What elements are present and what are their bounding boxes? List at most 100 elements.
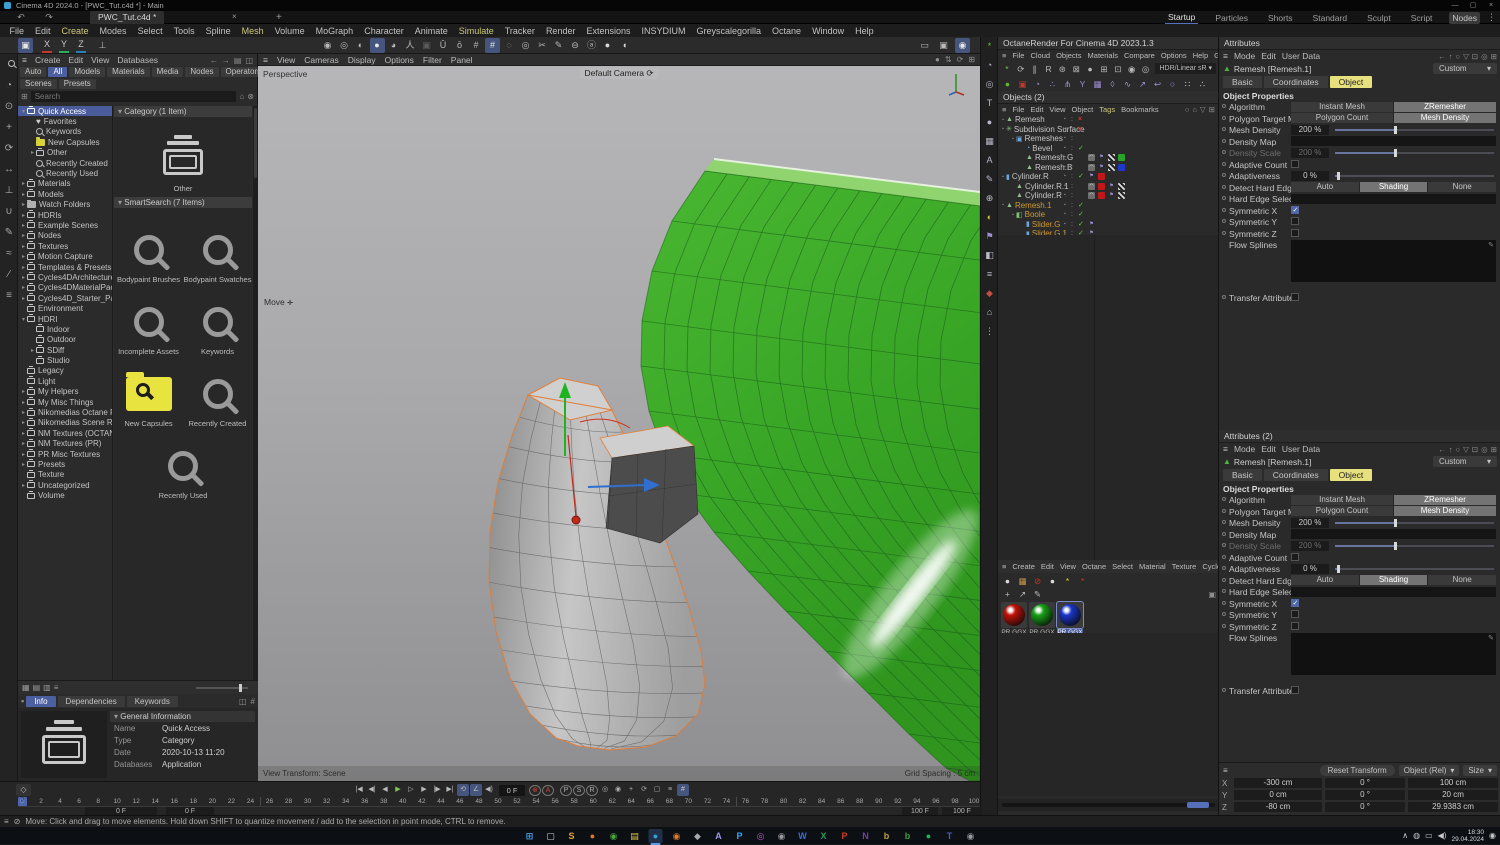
prev-key-icon[interactable]: ◀| bbox=[366, 784, 378, 796]
scale-field[interactable]: 20 cm bbox=[1408, 790, 1498, 800]
phong-tag-icon[interactable]: ◠ bbox=[1088, 182, 1095, 190]
layout-tab-sculpt[interactable]: Sculpt bbox=[1364, 12, 1394, 24]
attr-checkbox[interactable] bbox=[1291, 159, 1299, 168]
tree-item-recently-created[interactable]: Recently Created bbox=[18, 158, 112, 168]
tree-item-recently-used[interactable]: Recently Used bbox=[18, 168, 112, 178]
object-item-subdivision-surface[interactable]: ▪ ✳ Subdivision Surface ▪: × bbox=[998, 125, 1219, 135]
attr-header-icon[interactable]: ↑ bbox=[1449, 445, 1453, 454]
tree-item-keywords[interactable]: Keywords bbox=[18, 127, 112, 137]
menu-item-extensions[interactable]: Extensions bbox=[581, 26, 636, 36]
slider-value-field[interactable]: 200 % bbox=[1291, 124, 1329, 135]
redo-icon[interactable]: ↷ bbox=[40, 12, 58, 23]
rotation-field[interactable]: 0 ° bbox=[1325, 790, 1405, 800]
goto-end-icon[interactable]: ▶| bbox=[444, 784, 456, 796]
pin-icon[interactable]: ⊙ bbox=[0, 96, 18, 117]
asset-menu-databases[interactable]: Databases bbox=[117, 55, 158, 65]
timeline-ruler[interactable]: 0 0 2 4 6 8 10 12 14 16 18 20 22 24 26 28 30 32 34 36 38 40 42… bbox=[18, 797, 980, 807]
undo-icon[interactable]: ↶ bbox=[12, 12, 30, 23]
gimp-icon[interactable]: ◉ bbox=[964, 829, 978, 843]
frame-field[interactable]: 0 F bbox=[499, 784, 525, 796]
attr-text-field[interactable] bbox=[1291, 136, 1496, 146]
menu-object[interactable]: Object bbox=[1072, 105, 1094, 114]
tree-item-my-misc-things[interactable]: ▸ My Misc Things bbox=[18, 397, 112, 407]
std-material-icon[interactable]: ● bbox=[1001, 575, 1014, 587]
attr-header-icon[interactable]: ▽ bbox=[1463, 52, 1469, 61]
seg-option-instant-mesh[interactable]: Instant Mesh bbox=[1291, 494, 1394, 505]
seg-option-shading[interactable]: Shading bbox=[1359, 182, 1429, 192]
menu-compare[interactable]: Compare bbox=[1124, 51, 1155, 60]
tree-item-templates-presets[interactable]: ▸ Templates & Presets bbox=[18, 262, 112, 272]
attr-tab-coordinates[interactable]: Coordinates bbox=[1263, 469, 1328, 481]
menu-item-greyscalegorilla[interactable]: Greyscalegorilla bbox=[691, 26, 767, 36]
next-key-icon[interactable]: |▶ bbox=[431, 784, 443, 796]
taskbar-clock[interactable]: 18:30 29.04.2024 bbox=[1451, 829, 1484, 843]
tree-item-studio[interactable]: Studio bbox=[18, 355, 112, 365]
viewport-menu-cameras[interactable]: Cameras bbox=[304, 55, 338, 65]
layout-tab-particles[interactable]: Particles bbox=[1212, 12, 1251, 24]
tray-volume-icon[interactable]: ◀) bbox=[1438, 831, 1447, 840]
viewport-3d-scene[interactable]: Perspective Default Camera ⟳ Move ✛ View… bbox=[258, 66, 980, 781]
menu-item-create[interactable]: Create bbox=[56, 26, 94, 36]
attr-header-icon[interactable]: ○ bbox=[1456, 445, 1461, 454]
lock-icon[interactable]: ⊠ bbox=[1070, 63, 1082, 75]
menu-material[interactable]: Material bbox=[1139, 562, 1166, 571]
camera-rec-icon[interactable]: ▣ bbox=[1016, 78, 1029, 90]
slider-value-field[interactable]: 200 % bbox=[1291, 517, 1329, 528]
pick-material-icon[interactable]: ✎ bbox=[1031, 588, 1044, 600]
gear-icon[interactable]: ⊛ bbox=[1056, 63, 1068, 75]
sphere2-icon[interactable]: ● bbox=[1046, 575, 1059, 587]
mat-red-tag-icon[interactable] bbox=[1098, 173, 1105, 180]
tree-item-pr-misc-textures[interactable]: ▸ PR Misc Textures bbox=[18, 449, 112, 459]
info-tab-info[interactable]: Info bbox=[26, 695, 56, 707]
pen2-icon[interactable]: ✎ bbox=[981, 170, 998, 189]
preset-dropdown[interactable]: Custom ▾ bbox=[1433, 63, 1497, 74]
focus-picker-icon[interactable]: ◉ bbox=[1126, 63, 1138, 75]
seg-option-zremesher[interactable]: ZRemesher bbox=[1394, 494, 1496, 505]
home-icon[interactable]: ⌂ bbox=[239, 92, 244, 101]
camera-label[interactable]: Default Camera ⟳ bbox=[579, 68, 659, 79]
loop-icon[interactable]: ⟲ bbox=[457, 784, 469, 796]
make-editable-icon[interactable]: ◉ bbox=[320, 38, 335, 53]
asset-tile-keywords[interactable]: Keywords bbox=[186, 284, 250, 356]
layout-menu-icon[interactable]: ⋮ bbox=[1487, 12, 1496, 23]
asset-menu-view[interactable]: View bbox=[91, 55, 109, 65]
forward-icon[interactable]: → bbox=[222, 56, 230, 65]
notification-bell-icon[interactable]: ◉ bbox=[1489, 831, 1496, 840]
enabled-check-icon[interactable]: ✓ bbox=[1078, 210, 1084, 219]
object-item-bevel[interactable]: ◔ Bevel ▪: ✓ bbox=[998, 144, 1219, 154]
asset-tile-bodypaint-brushes[interactable]: Bodypaint Brushes bbox=[117, 212, 181, 284]
blender-icon[interactable]: ◉ bbox=[670, 829, 684, 843]
checker-tag-icon[interactable] bbox=[1118, 182, 1125, 190]
filter-tab-all[interactable]: All bbox=[48, 67, 68, 77]
texture-mode-icon[interactable]: ◐ bbox=[353, 38, 368, 53]
object-item-remesh-g[interactable]: ▲ Remesh.G ▪: ◠ ⚑ bbox=[998, 153, 1219, 163]
tree-item-environment[interactable]: Environment bbox=[18, 303, 112, 313]
attr-header-icon[interactable]: ○ bbox=[1456, 52, 1461, 61]
seg-option-instant-mesh[interactable]: Instant Mesh bbox=[1291, 101, 1394, 112]
attributes-title-2[interactable]: Attributes (2) bbox=[1219, 430, 1500, 443]
tree-item-models[interactable]: ▸ Models bbox=[18, 189, 112, 199]
layout-tab-script[interactable]: Script bbox=[1408, 12, 1436, 24]
menu-view[interactable]: View bbox=[1060, 562, 1076, 571]
add-box-icon[interactable]: ⊞ bbox=[1098, 63, 1110, 75]
tree-item-motion-capture[interactable]: ▸ Motion Capture bbox=[18, 251, 112, 261]
history-icon[interactable]: ◔ bbox=[981, 56, 998, 75]
menu-item-tools[interactable]: Tools bbox=[168, 26, 200, 36]
text-tool-icon[interactable]: T bbox=[981, 94, 998, 113]
excel-icon[interactable]: X bbox=[817, 829, 831, 843]
attr-menu-edit[interactable]: Edit bbox=[1261, 51, 1276, 61]
disabled-x-icon[interactable]: × bbox=[1078, 125, 1082, 134]
enabled-check-icon[interactable]: ✓ bbox=[1078, 220, 1084, 229]
tree-item-new-capsules[interactable]: New Capsules bbox=[18, 137, 112, 147]
position-field[interactable]: 0 cm bbox=[1234, 790, 1322, 800]
object-item-remesh-1[interactable]: ▪ ▲ Remesh.1 ▪: ✓ bbox=[998, 201, 1219, 211]
slider-handle[interactable] bbox=[1394, 126, 1398, 134]
document-tab[interactable]: PWC_Tut.c4d * bbox=[90, 11, 165, 24]
menu-file[interactable]: File bbox=[1012, 105, 1024, 114]
attr-menu-edit[interactable]: Edit bbox=[1261, 444, 1276, 454]
drop2-icon[interactable]: ○ bbox=[1166, 78, 1179, 90]
detail-view-icon[interactable]: ▥ bbox=[43, 683, 51, 692]
close-tab-icon[interactable]: × bbox=[232, 12, 237, 21]
vp-sync-icon[interactable]: ⇅ bbox=[945, 55, 952, 64]
slider-handle[interactable] bbox=[1337, 565, 1341, 573]
